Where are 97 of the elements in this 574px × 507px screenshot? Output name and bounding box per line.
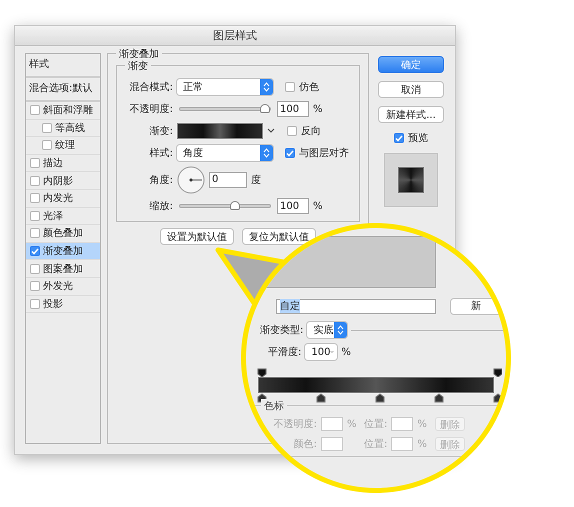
- field-label: 平滑度:: [268, 346, 302, 359]
- checkbox[interactable]: [394, 133, 404, 143]
- checkbox[interactable]: [30, 228, 40, 238]
- field-label: 渐变类型:: [260, 324, 304, 337]
- checkbox[interactable]: [30, 281, 40, 292]
- blend-options-item[interactable]: 混合选项:默认: [26, 78, 100, 102]
- item-label: 颜色叠加: [43, 226, 83, 240]
- unit-label: %: [341, 346, 351, 358]
- unit-label: %: [313, 104, 323, 114]
- panel-title: 渐变叠加: [116, 47, 162, 61]
- stepper-icon: [260, 145, 273, 161]
- checkbox[interactable]: [30, 193, 40, 204]
- checkbox[interactable]: [30, 298, 40, 309]
- item-label: 斜面和浮雕: [43, 104, 93, 118]
- item-label: 光泽: [43, 210, 63, 223]
- opacity-input[interactable]: 100: [277, 101, 309, 117]
- field-label: 混合模式:: [128, 80, 173, 94]
- smoothness-select[interactable]: 100: [305, 344, 338, 360]
- dialog-button[interactable]: 新建样式...: [378, 106, 444, 123]
- checkbox[interactable]: [42, 140, 52, 150]
- style-list-item[interactable]: 投影: [26, 296, 100, 314]
- style-list-item[interactable]: 描边: [26, 154, 100, 172]
- checkbox-label: 仿色: [299, 81, 319, 94]
- list-header: 样式: [26, 54, 100, 78]
- item-label: 外发光: [43, 280, 73, 294]
- checkbox[interactable]: [30, 176, 40, 186]
- item-label: 内阴影: [43, 174, 73, 188]
- checkbox[interactable]: [285, 148, 295, 158]
- item-label: 内发光: [43, 192, 73, 206]
- window-title: 图层样式: [213, 28, 257, 43]
- checkbox[interactable]: [42, 122, 52, 133]
- checkbox-label: 反向: [301, 125, 321, 138]
- unit-label: 度: [251, 174, 261, 186]
- unit-label: %: [347, 418, 356, 430]
- style-list-item[interactable]: 纹理: [26, 137, 100, 155]
- gradient-swatch[interactable]: [177, 123, 263, 139]
- position-field[interactable]: [391, 417, 414, 431]
- field-label: 样式:: [148, 146, 173, 160]
- field-label: 渐变:: [148, 124, 173, 138]
- style-list-item[interactable]: 渐变叠加: [26, 242, 100, 260]
- name-field[interactable]: 自定: [276, 298, 436, 314]
- item-label: 等高线: [55, 122, 85, 135]
- field-label: 不透明度:: [272, 418, 317, 431]
- checkbox[interactable]: [287, 126, 297, 136]
- style-list-item[interactable]: 内阴影: [26, 172, 100, 190]
- checkbox[interactable]: [30, 105, 40, 116]
- unit-label: %: [417, 438, 427, 450]
- style-list-item[interactable]: 光泽: [26, 208, 100, 226]
- dialog-button[interactable]: 取消: [378, 81, 444, 98]
- style-list-item[interactable]: 外发光: [26, 278, 100, 296]
- angle-dial[interactable]: [177, 166, 205, 194]
- checkbox[interactable]: [285, 82, 295, 92]
- default-button[interactable]: 设置为默认值: [160, 228, 234, 245]
- stepper-icon: [260, 79, 273, 95]
- item-label: 图案叠加: [43, 262, 83, 276]
- slider-thumb[interactable]: [260, 104, 270, 113]
- caret-icon[interactable]: [267, 128, 275, 134]
- checkbox[interactable]: [30, 246, 40, 256]
- checkbox[interactable]: [30, 210, 40, 221]
- default-button[interactable]: 复位为默认值: [242, 228, 316, 245]
- preview-square: [398, 167, 424, 193]
- style-select[interactable]: 角度: [177, 145, 273, 161]
- field-label: 位置:: [364, 418, 388, 431]
- checkbox-label: 预览: [408, 132, 428, 145]
- field-label: 缩放:: [148, 200, 173, 213]
- slider-track[interactable]: [179, 107, 271, 111]
- angle-input[interactable]: 0: [209, 172, 247, 188]
- item-label: 描边: [43, 156, 63, 170]
- checkbox-label: 与图层对齐: [299, 146, 349, 160]
- group-title: 色标: [261, 399, 287, 413]
- position-field[interactable]: [391, 437, 414, 451]
- slider-track[interactable]: [179, 204, 271, 208]
- checkbox[interactable]: [30, 158, 40, 168]
- caret-icon[interactable]: [330, 349, 334, 355]
- group-title: 渐变: [125, 59, 151, 73]
- style-list-item[interactable]: 等高线: [26, 120, 100, 138]
- style-list-item[interactable]: 内发光: [26, 190, 100, 208]
- blend-mode-select[interactable]: 正常: [177, 79, 273, 95]
- style-list-item[interactable]: 斜面和浮雕: [26, 102, 100, 120]
- unit-label: %: [417, 418, 427, 430]
- checkbox[interactable]: [30, 264, 40, 274]
- field-label: 颜色:: [292, 438, 317, 451]
- value-field[interactable]: [321, 417, 343, 431]
- scale-input[interactable]: 100: [277, 198, 309, 214]
- field-label: 角度:: [148, 174, 173, 186]
- item-label: 渐变叠加: [43, 244, 83, 258]
- value-field[interactable]: [321, 437, 343, 451]
- field-label: 不透明度:: [128, 102, 173, 116]
- stepper-icon: [334, 322, 348, 338]
- unit-label: %: [313, 200, 323, 212]
- field-label: 位置:: [364, 438, 388, 451]
- item-label: 投影: [43, 298, 63, 311]
- gradient-bar[interactable]: [258, 377, 494, 393]
- item-label: 纹理: [55, 139, 75, 152]
- gradient-type-select[interactable]: 实底: [307, 322, 348, 338]
- slider-thumb[interactable]: [230, 201, 240, 210]
- style-list-item[interactable]: 图案叠加: [26, 260, 100, 278]
